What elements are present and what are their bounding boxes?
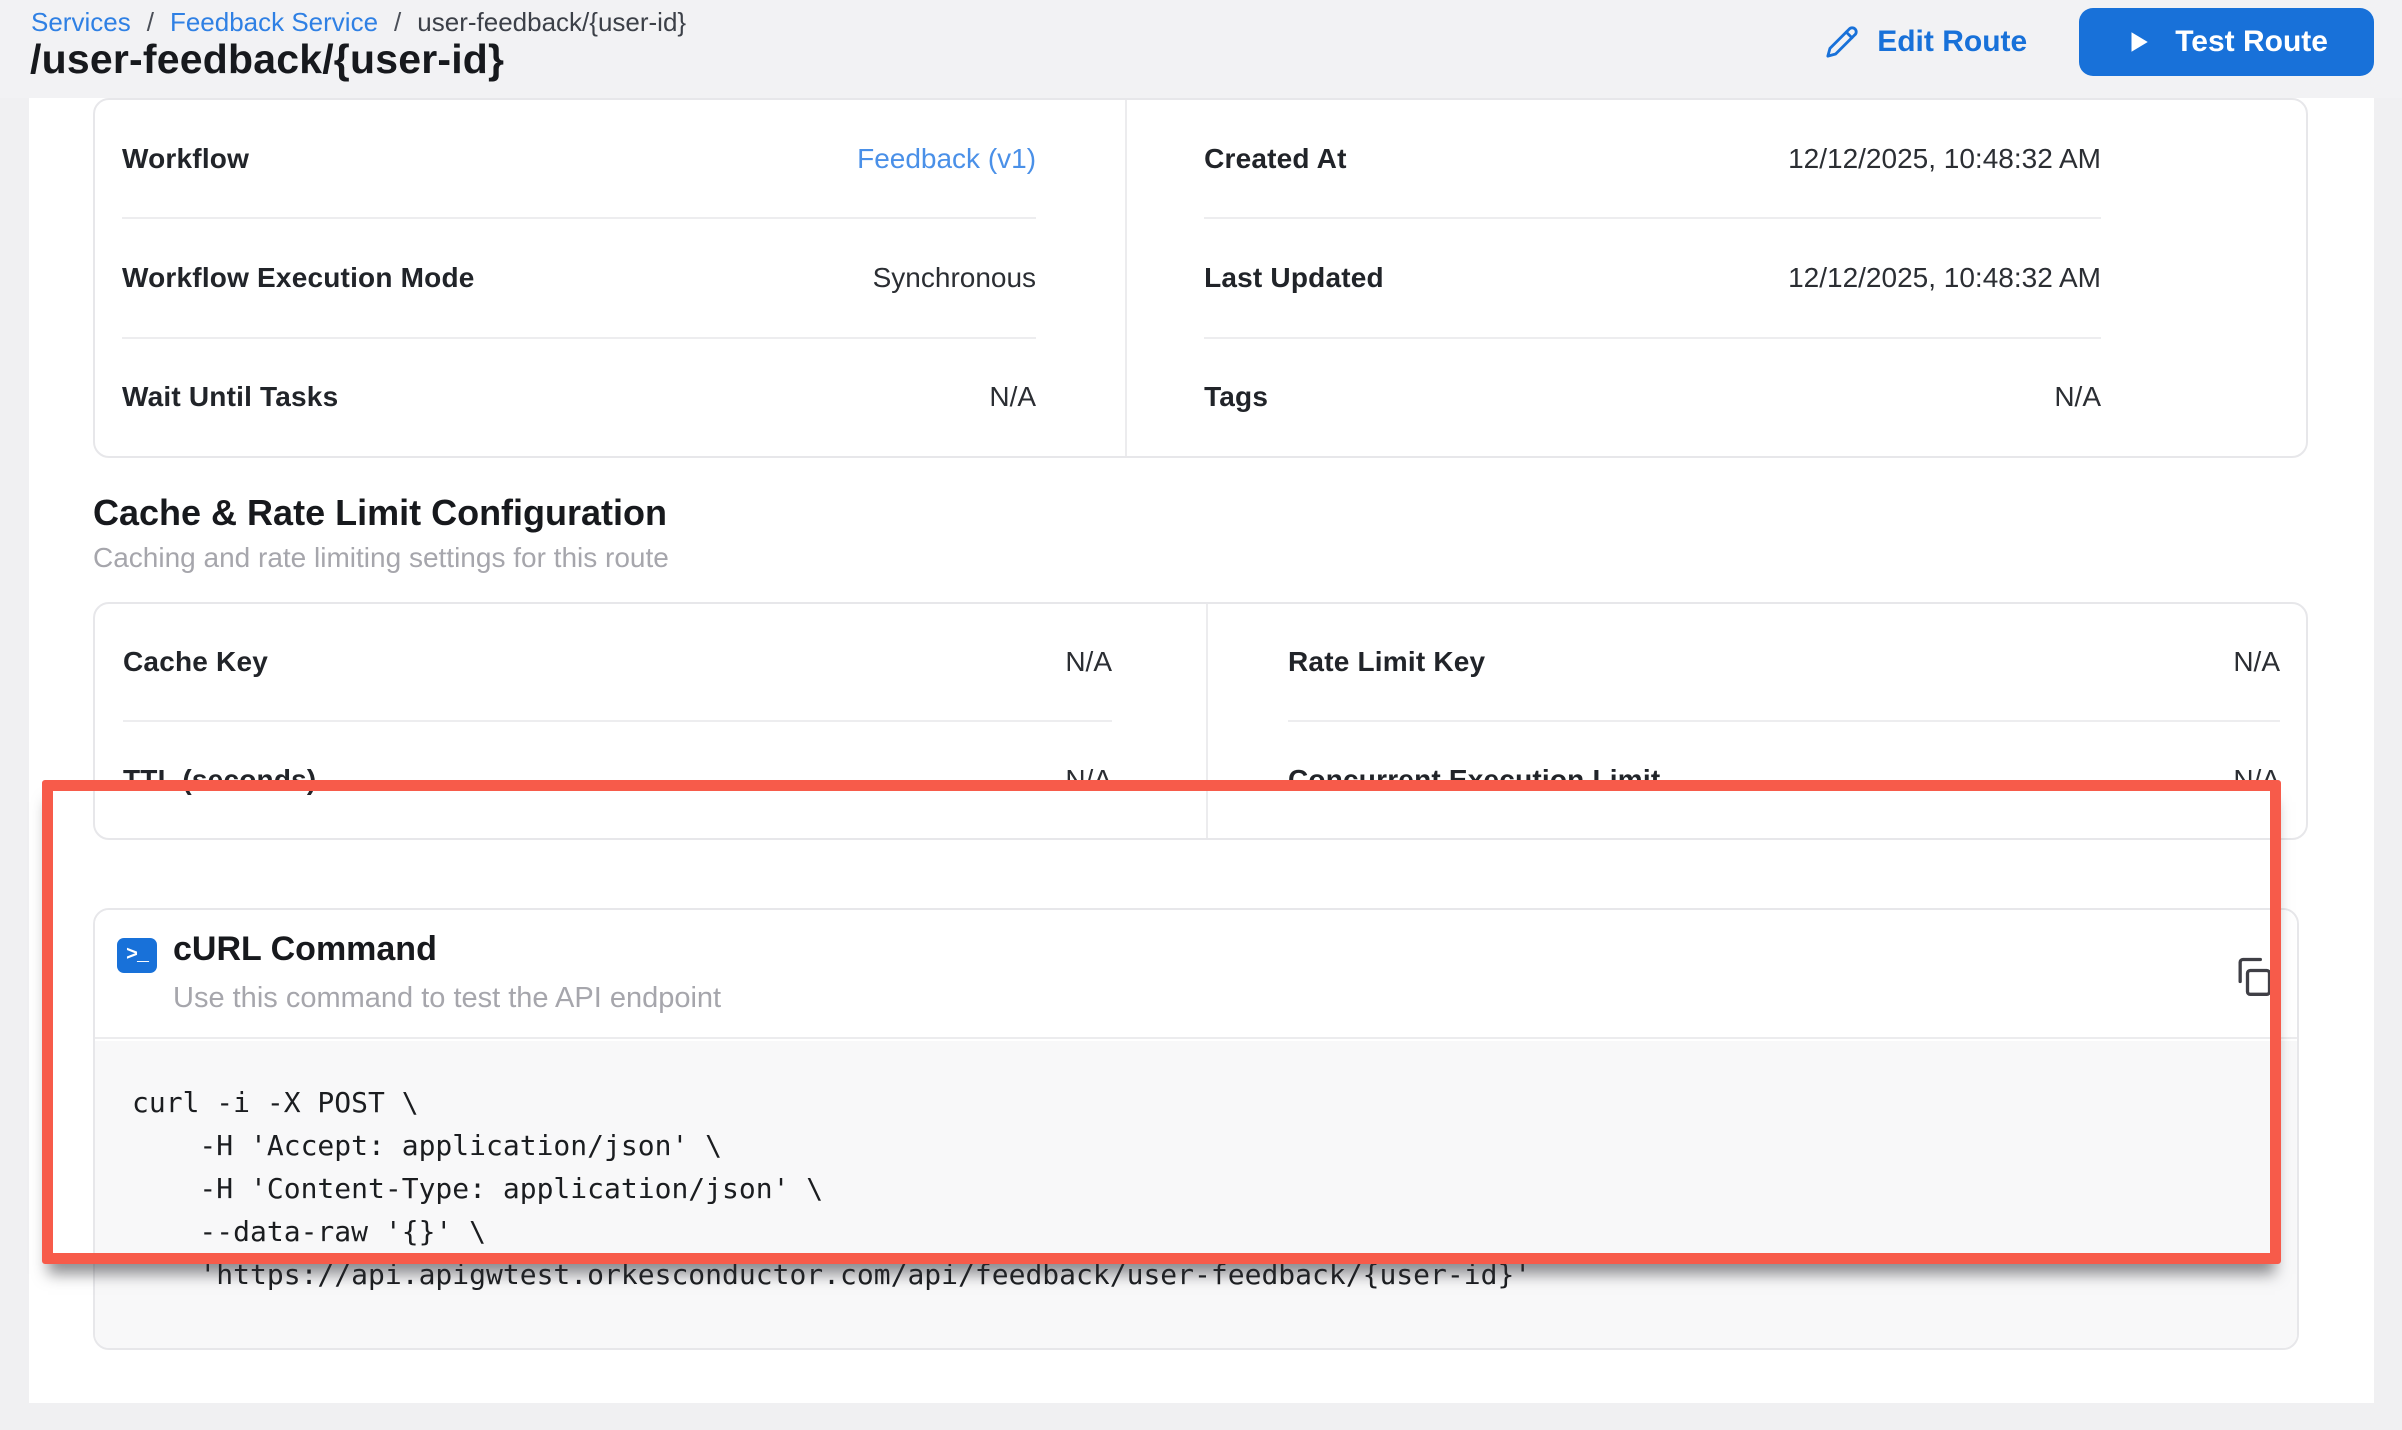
terminal-icon: >_ [117, 938, 157, 973]
curl-card-header: >_ cURL Command Use this command to test… [95, 910, 2297, 1039]
row-value: Synchronous [873, 262, 1036, 294]
route-details-card: Workflow Feedback (v1) Workflow Executio… [93, 98, 2308, 458]
row-label: Workflow [122, 143, 249, 175]
row-value: N/A [1065, 764, 1112, 796]
workflow-link[interactable]: Feedback (v1) [857, 143, 1036, 175]
row-value: N/A [2233, 646, 2280, 678]
row-label: Created At [1204, 143, 1347, 175]
row-value: N/A [1065, 646, 1112, 678]
row-label: Last Updated [1204, 262, 1384, 294]
test-route-label: Test Route [2175, 25, 2328, 59]
detail-row: Rate Limit Key N/A [1288, 604, 2280, 720]
details-right-column: Created At 12/12/2025, 10:48:32 AM Last … [1127, 100, 2306, 456]
detail-row: Last Updated 12/12/2025, 10:48:32 AM [1204, 217, 2101, 336]
detail-row: TTL (seconds) N/A [123, 720, 1112, 838]
row-label: TTL (seconds) [123, 764, 316, 796]
row-value: 12/12/2025, 10:48:32 AM [1788, 262, 2101, 294]
cache-section-title: Cache & Rate Limit Configuration [93, 492, 667, 534]
code-line: --data-raw '{}' \ [132, 1210, 2297, 1253]
breadcrumb-link-feedback-service[interactable]: Feedback Service [170, 6, 378, 38]
breadcrumb-current: user-feedback/{user-id} [417, 6, 686, 38]
row-value: N/A [2054, 381, 2101, 413]
detail-row: Created At 12/12/2025, 10:48:32 AM [1204, 100, 2101, 217]
header-bar: Services / Feedback Service / user-feedb… [0, 0, 2402, 98]
detail-row: Concurrent Execution Limit N/A [1288, 720, 2280, 838]
code-line: 'https://api.apigwtest.orkesconductor.co… [132, 1253, 2297, 1296]
curl-card-subtitle: Use this command to test the API endpoin… [173, 982, 721, 1015]
row-label: Cache Key [123, 646, 268, 678]
content-panel: Workflow Feedback (v1) Workflow Executio… [29, 98, 2374, 1403]
curl-code-block: curl -i -X POST \ -H 'Accept: applicatio… [95, 1041, 2297, 1348]
page-title: /user-feedback/{user-id} [30, 36, 504, 83]
row-label: Tags [1204, 381, 1268, 413]
row-value: 12/12/2025, 10:48:32 AM [1788, 143, 2101, 175]
header-actions: Edit Route Test Route [1825, 8, 2374, 76]
detail-row: Workflow Feedback (v1) [122, 100, 1036, 217]
row-label: Concurrent Execution Limit [1288, 764, 1660, 796]
row-label: Workflow Execution Mode [122, 262, 475, 294]
detail-row: Cache Key N/A [123, 604, 1112, 720]
cache-right-column: Rate Limit Key N/A Concurrent Execution … [1208, 604, 2306, 838]
curl-card-title: cURL Command [173, 930, 437, 969]
curl-command-card: >_ cURL Command Use this command to test… [93, 908, 2299, 1350]
copy-button[interactable] [2227, 950, 2279, 1002]
detail-row: Workflow Execution Mode Synchronous [122, 217, 1036, 336]
code-line: -H 'Content-Type: application/json' \ [132, 1167, 2297, 1210]
cache-section-subtitle: Caching and rate limiting settings for t… [93, 542, 669, 574]
play-icon [2125, 29, 2151, 55]
test-route-button[interactable]: Test Route [2079, 8, 2374, 76]
copy-icon [2231, 954, 2275, 998]
cache-left-column: Cache Key N/A TTL (seconds) N/A [95, 604, 1208, 838]
code-line: -H 'Accept: application/json' \ [132, 1124, 2297, 1167]
row-value: N/A [2233, 764, 2280, 796]
detail-row: Wait Until Tasks N/A [122, 337, 1036, 456]
breadcrumb-separator: / [394, 6, 401, 38]
row-value: N/A [989, 381, 1036, 413]
edit-route-label: Edit Route [1877, 25, 2027, 59]
row-label: Rate Limit Key [1288, 646, 1485, 678]
detail-row: Tags N/A [1204, 337, 2101, 456]
code-line: curl -i -X POST \ [132, 1081, 2297, 1124]
edit-route-button[interactable]: Edit Route [1825, 25, 2027, 59]
row-label: Wait Until Tasks [122, 381, 338, 413]
cache-rate-limit-card: Cache Key N/A TTL (seconds) N/A Rate Lim… [93, 602, 2308, 840]
pencil-icon [1825, 25, 1859, 59]
breadcrumb-separator: / [147, 6, 154, 38]
breadcrumb-link-services[interactable]: Services [31, 6, 131, 38]
details-left-column: Workflow Feedback (v1) Workflow Executio… [95, 100, 1127, 456]
breadcrumb: Services / Feedback Service / user-feedb… [31, 6, 686, 38]
